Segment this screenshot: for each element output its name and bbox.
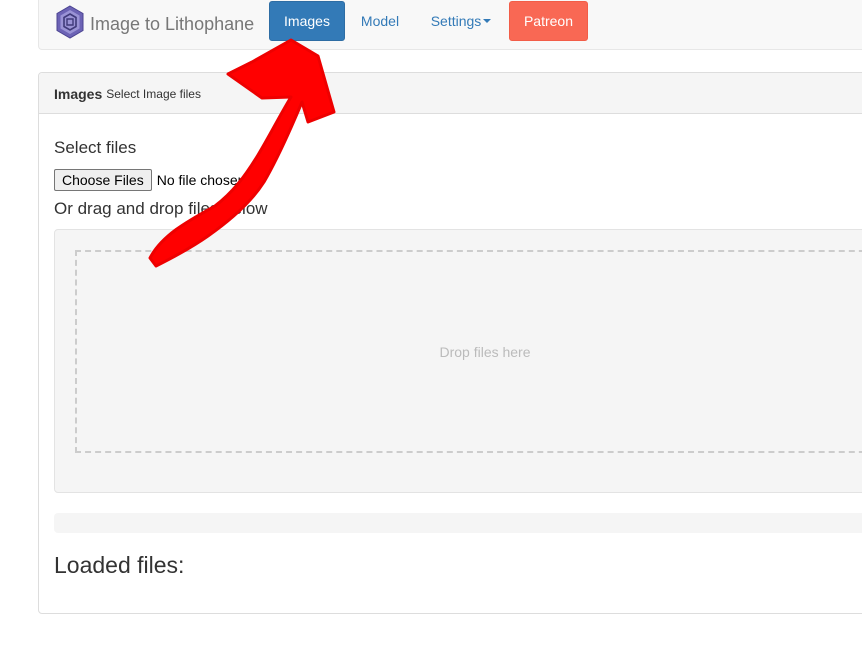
panel-title: Images xyxy=(54,86,103,102)
drop-zone[interactable]: Drop files here xyxy=(75,250,862,453)
nav-model-label: Model xyxy=(360,13,400,29)
drop-zone-text: Drop files here xyxy=(439,343,531,360)
file-status-text: No file chosen xyxy=(156,172,246,188)
nav-settings-dropdown[interactable]: Settings xyxy=(419,1,503,41)
top-navbar: Image to Lithophane Images Model Setting… xyxy=(38,0,862,50)
nav-images-label: Images xyxy=(284,13,330,29)
choose-files-button[interactable]: Choose Files xyxy=(54,169,152,191)
images-panel: Images Select Image files Select files C… xyxy=(38,72,862,614)
nav-images-tab[interactable]: Images xyxy=(269,1,345,41)
drag-drop-label: Or drag and drop files below xyxy=(54,199,268,218)
nav-patreon-button[interactable]: Patreon xyxy=(509,1,588,41)
nav-settings-label: Settings xyxy=(430,13,482,29)
panel-subtitle: Select Image files xyxy=(106,87,201,101)
nav-patreon-label: Patreon xyxy=(523,13,574,29)
upload-progress-bar xyxy=(54,513,862,533)
panel-heading: Images Select Image files xyxy=(39,73,862,114)
drop-well: Drop files here xyxy=(54,229,862,493)
caret-down-icon xyxy=(483,19,492,23)
brand-title: Image to Lithophane xyxy=(90,13,255,34)
loaded-files-heading: Loaded files: xyxy=(54,552,185,578)
file-input[interactable]: Choose Files No file chosen xyxy=(54,169,245,191)
lithophane-logo-icon xyxy=(55,4,85,44)
select-files-label: Select files xyxy=(54,138,137,157)
nav-model-tab[interactable]: Model xyxy=(345,1,415,41)
brand[interactable]: Image to Lithophane xyxy=(55,4,255,44)
